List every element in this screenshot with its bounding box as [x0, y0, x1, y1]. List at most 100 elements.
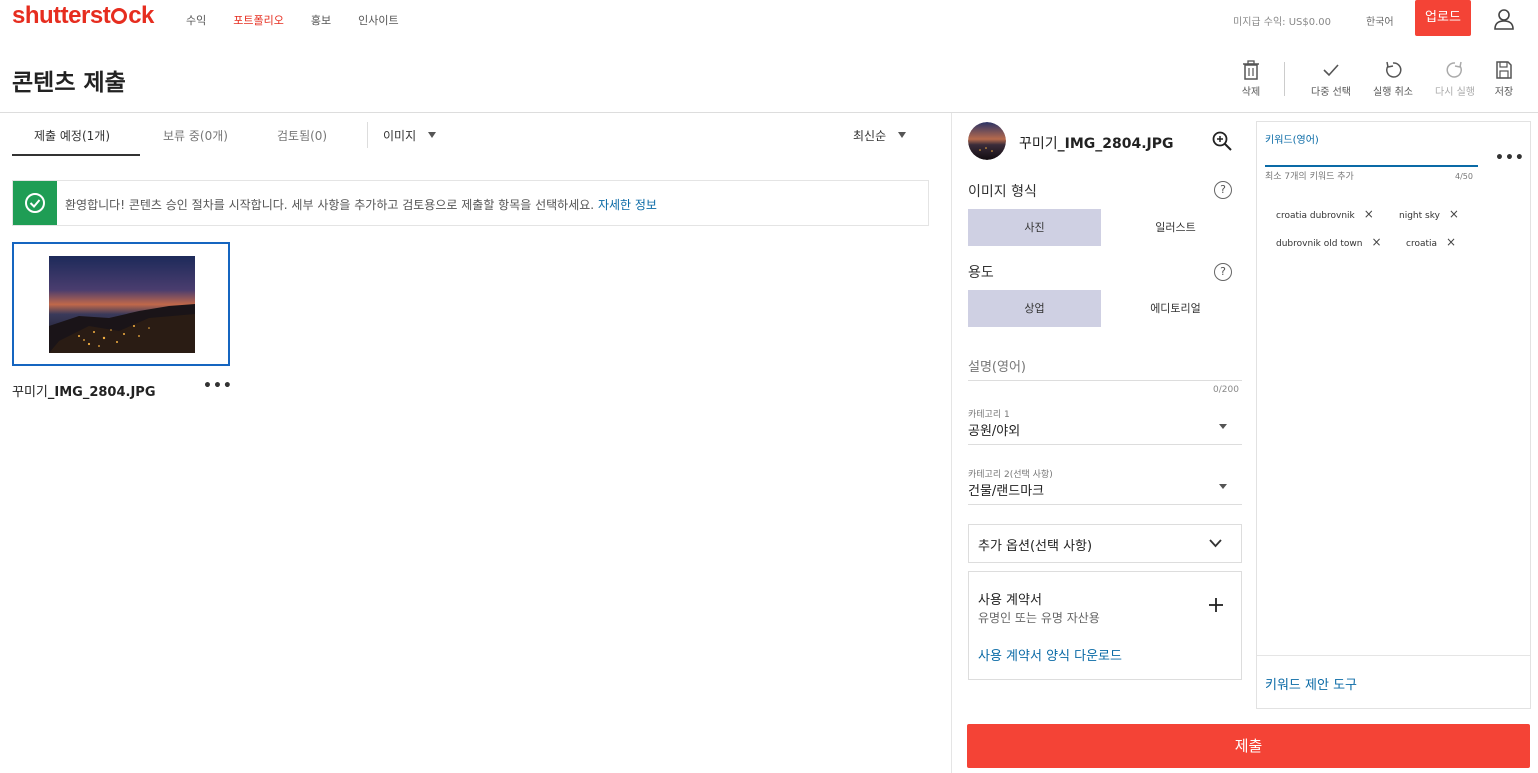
keyword-chip: croatia dubrovnik ×: [1276, 207, 1374, 221]
image-type-photo[interactable]: 사진: [968, 209, 1101, 246]
success-check-icon: [13, 181, 57, 225]
redo-button[interactable]: 다시 실행: [1430, 60, 1480, 98]
toolbar-divider: [1284, 62, 1285, 96]
keyword-text: croatia dubrovnik: [1276, 211, 1355, 221]
keyword-suggestion-tool-link[interactable]: 키워드 제안 도구: [1265, 674, 1357, 693]
extra-options-label: 추가 옵션(선택 사항): [978, 539, 1093, 554]
main-nav: 수익 포트폴리오 홍보 인사이트: [186, 12, 426, 28]
welcome-banner: 환영합니다! 콘텐츠 승인 절차를 시작합니다. 세부 사항을 추가하고 검토용…: [12, 180, 929, 226]
keyword-text: night sky: [1399, 211, 1440, 221]
description-counter: 0/200: [1213, 385, 1239, 395]
caret-down-icon[interactable]: [1219, 484, 1227, 489]
user-icon[interactable]: [1493, 8, 1515, 30]
learn-more-link[interactable]: 자세한 정보: [598, 198, 657, 212]
media-type-filter[interactable]: 이미지: [383, 127, 437, 144]
release-download-link[interactable]: 사용 계약서 양식 다운로드: [978, 645, 1122, 664]
usage-commercial[interactable]: 상업: [968, 290, 1101, 327]
multi-select-button[interactable]: 다중 선택: [1305, 60, 1357, 98]
filename-prefix: 꾸미기: [1019, 136, 1058, 152]
active-tab-indicator: [12, 154, 140, 156]
shutterstock-logo[interactable]: shutterst ck: [12, 2, 154, 30]
language-selector[interactable]: 한국어: [1366, 13, 1394, 28]
filter-label: 이미지: [383, 129, 417, 143]
upload-button[interactable]: 업로드: [1415, 0, 1471, 36]
multi-select-label: 다중 선택: [1311, 87, 1351, 98]
category2-underline: [968, 504, 1242, 505]
checkmark-icon: [1323, 64, 1339, 77]
keywords-hint: 최소 7개의 키워드 추가: [1265, 172, 1354, 182]
thumbnail-filename: 꾸미기_IMG_2804.JPG: [12, 381, 156, 400]
extra-options-accordion[interactable]: 추가 옵션(선택 사항): [968, 524, 1242, 563]
filename-prefix: 꾸미기: [12, 385, 48, 400]
remove-icon[interactable]: ×: [1446, 235, 1456, 249]
redo-icon: [1446, 61, 1462, 78]
keywords-divider: [1257, 655, 1530, 656]
nav-link-portfolio[interactable]: 포트폴리오: [233, 12, 284, 28]
nav-link-insights[interactable]: 인사이트: [358, 12, 398, 28]
remove-icon[interactable]: ×: [1364, 207, 1374, 221]
delete-label: 삭제: [1241, 87, 1261, 98]
image-thumbnail-card[interactable]: [12, 242, 230, 366]
save-button[interactable]: 저장: [1492, 60, 1516, 98]
banner-message: 환영합니다! 콘텐츠 승인 절차를 시작합니다. 세부 사항을 추가하고 검토용…: [65, 196, 657, 213]
release-title: 사용 계약서: [978, 593, 1042, 608]
remove-icon[interactable]: ×: [1449, 207, 1459, 221]
image-type-label: 이미지 형식: [968, 184, 1037, 200]
image-type-illustration[interactable]: 일러스트: [1109, 209, 1242, 246]
more-options-icon[interactable]: •••: [203, 378, 233, 394]
caret-down-icon: [428, 132, 437, 138]
keywords-label: 키워드(영어): [1265, 135, 1319, 146]
tab-to-submit[interactable]: 제출 예정(1개): [34, 127, 110, 144]
sort-dropdown[interactable]: 최신순: [853, 127, 907, 144]
caret-down-icon: [898, 132, 907, 138]
category2-label: 카테고리 2(선택 사항): [968, 470, 1053, 480]
tab-pending[interactable]: 보류 중(0개): [163, 127, 228, 144]
panel-divider: [951, 113, 952, 773]
release-subtitle: 유명인 또는 유명 자산용: [978, 611, 1100, 625]
keyword-chip: croatia ×: [1406, 235, 1456, 249]
usage-toggle: 상업 에디토리얼: [968, 290, 1242, 327]
description-input[interactable]: 설명(영어): [968, 356, 1026, 375]
category1-select[interactable]: 공원/야외: [968, 420, 1020, 439]
zoom-in-icon[interactable]: [1212, 131, 1232, 151]
keywords-count: 4/50: [1455, 172, 1473, 181]
tab-separator: [367, 122, 368, 148]
page-title: 콘텐츠 제출: [12, 70, 126, 96]
image-type-toggle: 사진 일러스트: [968, 209, 1242, 246]
keyword-text: croatia: [1406, 239, 1438, 249]
save-label: 저장: [1494, 87, 1514, 98]
undo-label: 실행 취소: [1373, 87, 1413, 98]
category2-select[interactable]: 건물/랜드마크: [968, 480, 1044, 499]
add-icon[interactable]: [1208, 597, 1224, 613]
caret-down-icon[interactable]: [1219, 424, 1227, 429]
keywords-input[interactable]: [1265, 165, 1478, 167]
release-box: 사용 계약서 유명인 또는 유명 자산용 사용 계약서 양식 다운로드: [968, 571, 1242, 680]
trash-icon: [1243, 60, 1259, 80]
unpaid-earnings[interactable]: 미지급 수익: US$0.00: [1233, 13, 1331, 28]
description-underline: [968, 380, 1242, 381]
remove-icon[interactable]: ×: [1371, 235, 1381, 249]
undo-button[interactable]: 실행 취소: [1368, 60, 1418, 98]
redo-label: 다시 실행: [1435, 87, 1475, 98]
chevron-down-icon: [1209, 539, 1222, 548]
help-icon[interactable]: ?: [1214, 181, 1232, 199]
keywords-panel: 키워드(영어) 최소 7개의 키워드 추가 4/50 ••• croatia d…: [1256, 121, 1531, 709]
keyword-chip: dubrovnik old town ×: [1276, 235, 1382, 249]
submit-button[interactable]: 제출: [967, 724, 1530, 768]
category1-label: 카테고리 1: [968, 410, 1010, 420]
save-icon: [1496, 61, 1512, 79]
help-icon[interactable]: ?: [1214, 263, 1232, 281]
keyword-text: dubrovnik old town: [1276, 239, 1363, 249]
category1-underline: [968, 444, 1242, 445]
header-divider: [0, 112, 1538, 113]
nav-link-earnings[interactable]: 수익: [186, 12, 206, 28]
tab-reviewed[interactable]: 검토됨(0): [277, 127, 327, 144]
more-options-icon[interactable]: •••: [1495, 150, 1525, 166]
filename-suffix: _IMG_2804.JPG: [1057, 136, 1174, 152]
selected-file-title: 꾸미기_IMG_2804.JPG: [1019, 133, 1174, 153]
usage-editorial[interactable]: 에디토리얼: [1109, 290, 1242, 327]
usage-label: 용도: [968, 265, 994, 281]
keyword-chip: night sky ×: [1399, 207, 1459, 221]
nav-link-promote[interactable]: 홍보: [311, 12, 331, 28]
delete-button[interactable]: 삭제: [1238, 60, 1264, 98]
